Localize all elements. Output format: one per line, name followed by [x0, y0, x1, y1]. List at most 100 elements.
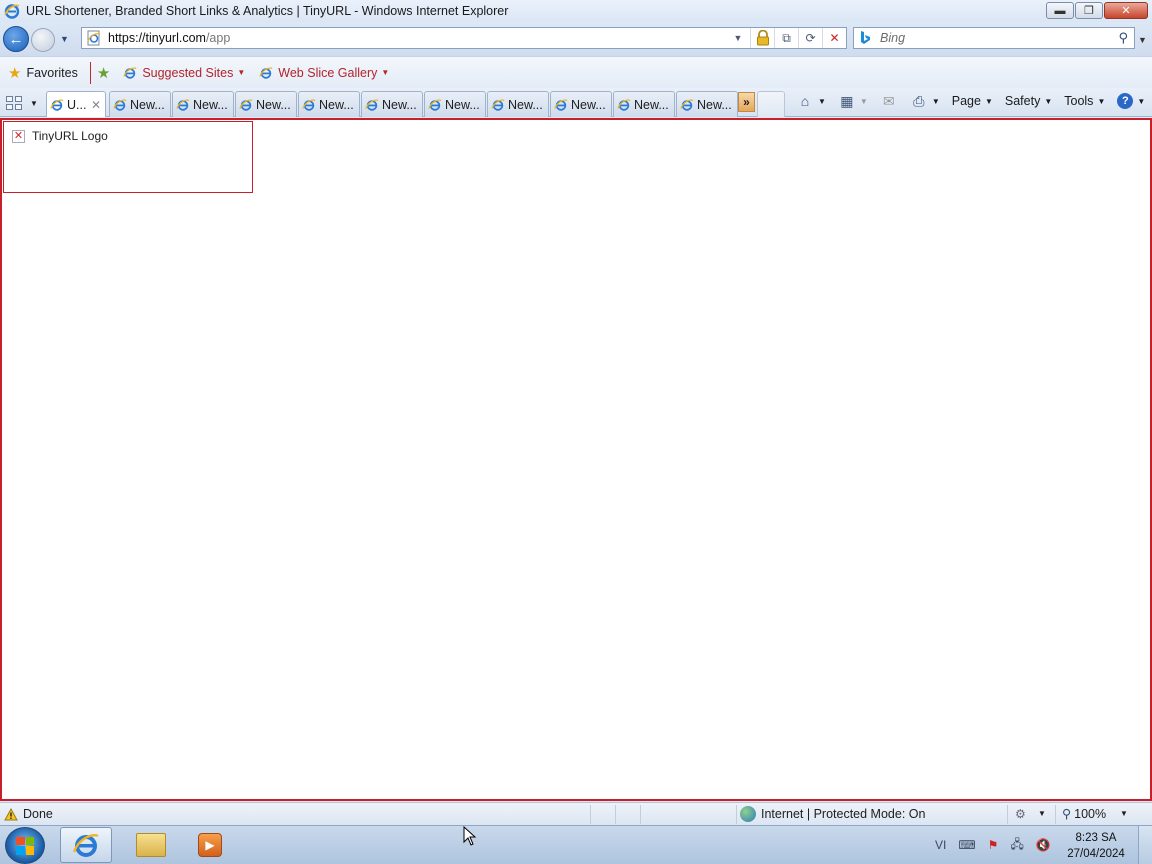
action-center-flag-icon[interactable]: ⚑ — [988, 838, 999, 852]
ie-logo-icon — [4, 4, 20, 19]
tools-menu[interactable]: Tools ▼ — [1064, 94, 1105, 108]
chevron-down-icon[interactable]: ▼ — [818, 97, 826, 106]
ie-tab-icon — [491, 99, 505, 111]
taskbar-windows-explorer[interactable] — [125, 827, 177, 863]
mouse-cursor-icon — [463, 826, 477, 846]
page-menu[interactable]: Page ▼ — [952, 94, 993, 108]
security-zone[interactable]: Internet | Protected Mode: On — [740, 806, 925, 822]
system-tray: VI ⌨ ⚑ 🖧 🔇 — [935, 832, 1063, 858]
tab-new[interactable]: New... — [361, 91, 423, 117]
address-dropdown-icon[interactable]: ▼ — [726, 28, 750, 48]
warning-icon[interactable] — [4, 807, 18, 821]
zoom-button[interactable]: ⚲ 100% — [1062, 806, 1106, 822]
network-icon[interactable]: 🖧 — [1010, 835, 1023, 856]
favorites-label: Favorites — [26, 65, 78, 80]
close-icon: ✕ — [1121, 5, 1131, 17]
tab-new[interactable]: New... — [676, 91, 738, 117]
ie-tab-icon — [239, 99, 253, 111]
keyboard-icon[interactable]: ⌨ — [958, 838, 975, 852]
suggested-sites-link[interactable]: Suggested Sites ▼ — [123, 66, 245, 80]
status-separator — [736, 805, 737, 824]
language-indicator[interactable]: VI — [935, 838, 946, 852]
minimize-button[interactable]: ▬ — [1046, 2, 1074, 19]
start-button[interactable] — [5, 827, 45, 864]
tab-new[interactable]: New... — [487, 91, 549, 117]
tab-label: New... — [130, 97, 165, 112]
new-tab-button[interactable] — [757, 91, 785, 117]
lock-icon[interactable] — [750, 28, 774, 48]
ie-tab-icon — [176, 99, 190, 111]
printer-icon: ⎙ — [913, 92, 925, 109]
broken-image-icon: ✕ — [12, 130, 25, 143]
folder-icon — [136, 833, 166, 857]
restore-button[interactable]: ❐ — [1075, 2, 1103, 19]
tab-new[interactable]: New... — [550, 91, 612, 117]
ie-tab-icon — [428, 99, 442, 111]
web-slice-gallery-link[interactable]: Web Slice Gallery ▼ — [259, 66, 389, 80]
bing-icon — [861, 31, 870, 44]
add-to-favorites-bar-icon[interactable]: ★ — [97, 64, 110, 82]
tab-list-dropdown-icon[interactable]: ▼ — [30, 99, 38, 108]
tab-new[interactable]: New... — [109, 91, 171, 117]
search-options-dropdown-icon[interactable]: ▼ — [1138, 35, 1147, 45]
chevron-down-icon: ▼ — [1137, 96, 1146, 106]
favorites-button[interactable]: ★ Favorites — [8, 64, 78, 82]
mail-icon: ✉ — [882, 92, 895, 109]
ie-tab-icon — [365, 99, 379, 111]
forward-button[interactable] — [31, 28, 55, 52]
show-desktop-button[interactable] — [1138, 826, 1152, 864]
recent-pages-dropdown-icon[interactable]: ▼ — [60, 34, 69, 44]
chevron-down-icon[interactable]: ▼ — [932, 97, 940, 106]
web-slice-gallery-label: Web Slice Gallery — [278, 65, 378, 80]
rss-feed-icon: ▦ — [840, 92, 854, 109]
zoom-dropdown-icon[interactable]: ▼ — [1120, 809, 1128, 818]
tab-new[interactable]: New... — [172, 91, 234, 117]
back-button[interactable]: ← — [3, 26, 29, 52]
home-button[interactable]: ⌂ ▼ — [796, 93, 826, 109]
volume-muted-icon[interactable]: 🔇 — [1036, 838, 1051, 852]
status-separator — [1055, 805, 1056, 824]
page-icon — [87, 30, 101, 46]
chevron-down-icon[interactable]: ▼ — [1038, 809, 1046, 818]
tab-new[interactable]: New... — [424, 91, 486, 117]
tab-new[interactable]: New... — [298, 91, 360, 117]
search-icon[interactable]: ⚲ — [1118, 30, 1128, 46]
safety-menu[interactable]: Safety ▼ — [1005, 94, 1052, 108]
help-menu[interactable]: ? ▼ — [1117, 93, 1145, 109]
status-text: Done — [23, 807, 53, 821]
taskbar-media-player[interactable]: ▶ — [184, 827, 236, 863]
tinyurl-logo-image[interactable]: ✕ TinyURL Logo — [3, 121, 253, 193]
ie-page-icon — [259, 67, 273, 79]
window-title: URL Shortener, Branded Short Links & Ana… — [26, 4, 509, 18]
chevron-down-icon: ▼ — [1044, 96, 1053, 106]
tab-label: New... — [193, 97, 228, 112]
address-bar[interactable]: https://tinyurl.com/app ▼ ⧉ ⟳ ✕ — [81, 27, 847, 49]
protected-mode-icon[interactable]: ⚙ — [1015, 807, 1026, 821]
ie-tab-icon — [617, 99, 631, 111]
tab-new[interactable]: New... — [613, 91, 675, 117]
search-box[interactable]: Bing ⚲ — [853, 27, 1135, 49]
refresh-icon[interactable]: ⟳ — [798, 28, 822, 48]
taskbar-internet-explorer[interactable] — [60, 827, 112, 863]
feeds-button[interactable]: ▦ ▼ — [838, 93, 868, 109]
favorites-separator — [89, 61, 91, 84]
close-button[interactable]: ✕ — [1104, 2, 1148, 19]
compatibility-view-icon[interactable]: ⧉ — [774, 28, 798, 48]
tab-overflow-button[interactable]: » — [738, 92, 755, 112]
chevron-down-icon: ▼ — [1097, 96, 1106, 106]
quick-tabs-button[interactable]: ▼ — [6, 92, 46, 114]
search-placeholder: Bing — [880, 31, 906, 45]
print-button[interactable]: ⎙ ▼ — [910, 93, 940, 109]
stop-icon[interactable]: ✕ — [822, 28, 846, 48]
read-mail-button[interactable]: ✉ — [880, 93, 898, 109]
clock[interactable]: 8:23 SA 27/04/2024 — [1062, 830, 1130, 862]
tab-label: New... — [319, 97, 354, 112]
chevron-down-icon[interactable]: ▼ — [860, 97, 868, 106]
tab-new[interactable]: New... — [235, 91, 297, 117]
ie-tab-icon — [302, 99, 316, 111]
status-separator — [1007, 805, 1008, 824]
status-separator — [590, 805, 591, 824]
tab-tinyurl[interactable]: U... ✕ — [46, 91, 106, 117]
tab-close-icon[interactable]: ✕ — [91, 98, 101, 112]
security-zone-text: Internet | Protected Mode: On — [761, 807, 926, 821]
